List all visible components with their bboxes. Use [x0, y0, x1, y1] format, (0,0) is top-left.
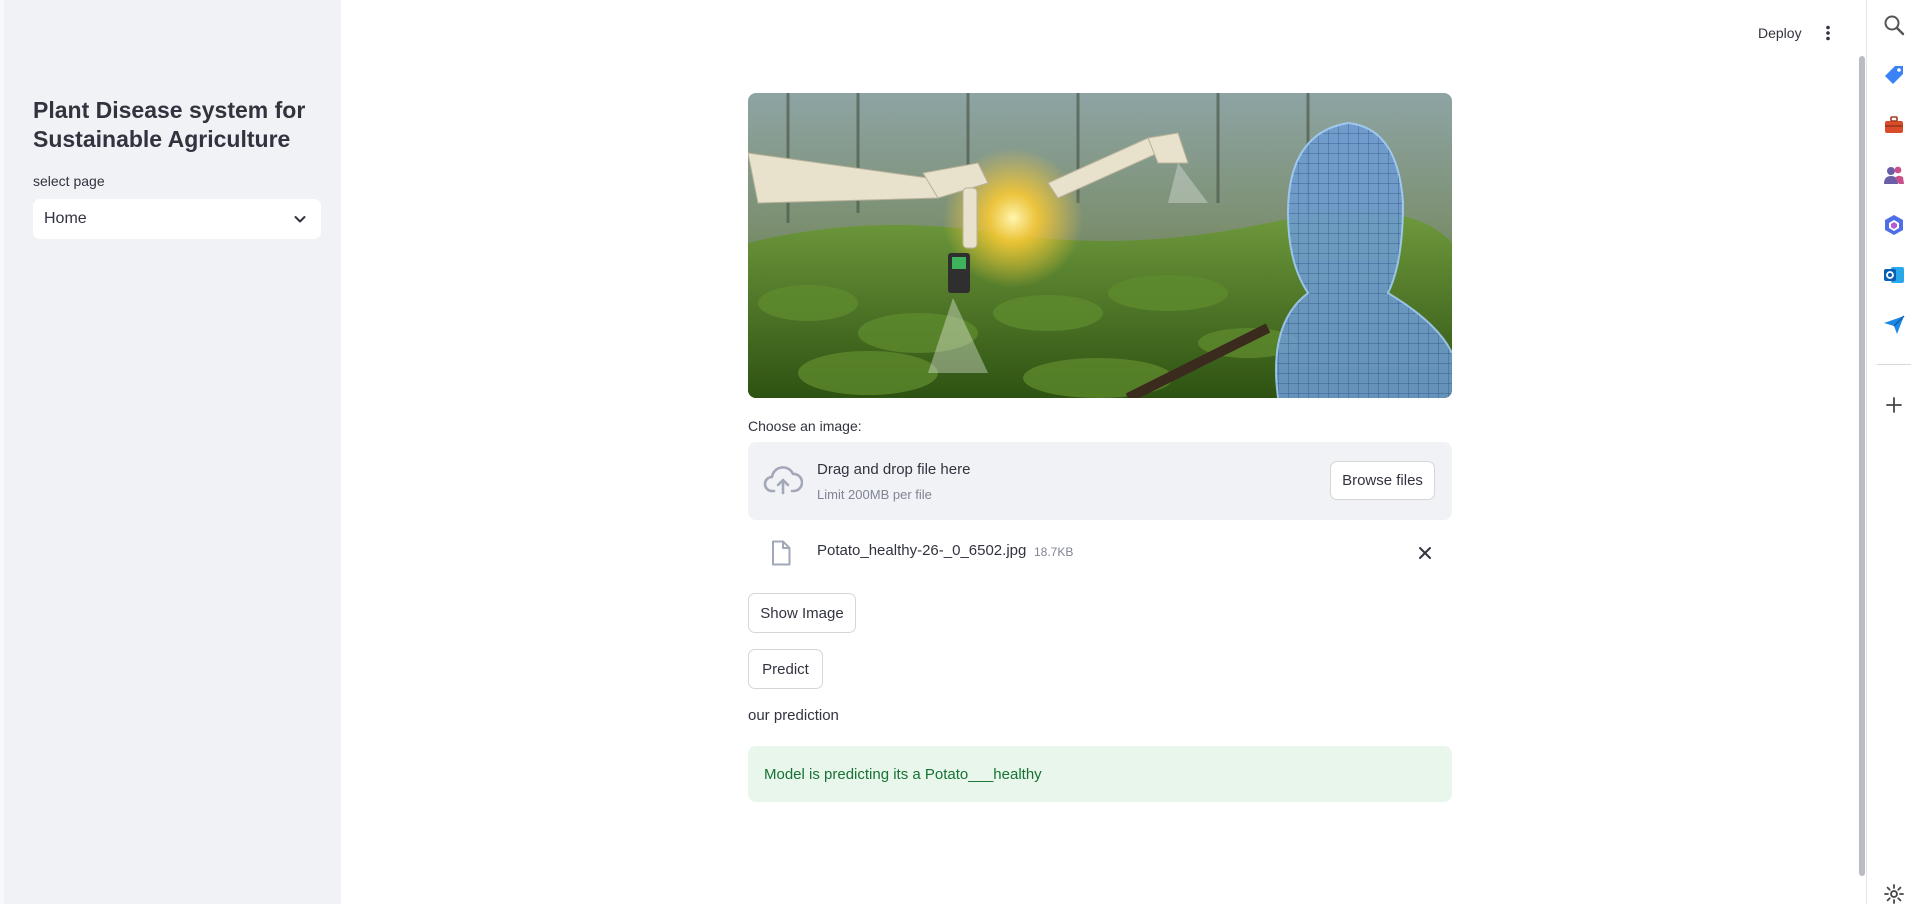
- uploader-label: Choose an image:: [748, 418, 862, 434]
- prediction-result-text: Model is predicting its a Potato___healt…: [764, 765, 1042, 783]
- outlook-icon[interactable]: [1881, 262, 1907, 288]
- browse-files-button[interactable]: Browse files: [1330, 461, 1435, 500]
- hero-image: [748, 93, 1452, 398]
- close-icon[interactable]: [1414, 542, 1436, 564]
- sidebar-title: Plant Disease system for Sustainable Agr…: [33, 97, 306, 152]
- toolbox-icon[interactable]: [1881, 112, 1907, 138]
- chevron-down-icon: [293, 212, 307, 226]
- deploy-button[interactable]: Deploy: [1748, 20, 1812, 46]
- cloud-upload-icon: [763, 463, 804, 499]
- side-panel-divider: [1877, 364, 1911, 365]
- plus-icon[interactable]: [1881, 392, 1907, 418]
- uploaded-file-row: Potato_healthy-26-_0_6502.jpg 18.7KB: [748, 536, 1452, 570]
- page-select-value: Home: [44, 210, 87, 227]
- dropzone-title: Drag and drop file here: [817, 461, 971, 478]
- page-select[interactable]: Home: [33, 199, 321, 239]
- show-image-button[interactable]: Show Image: [748, 593, 856, 633]
- sidebar: Plant Disease system for Sustainable Agr…: [0, 0, 341, 904]
- prediction-heading: our prediction: [748, 707, 839, 724]
- file-icon: [770, 540, 792, 566]
- uploaded-file-name: Potato_healthy-26-_0_6502.jpg: [817, 542, 1027, 559]
- tag-icon[interactable]: [1881, 62, 1907, 88]
- select-page-label: select page: [33, 173, 105, 189]
- send-icon[interactable]: [1881, 312, 1907, 338]
- prediction-result-alert: Model is predicting its a Potato___healt…: [748, 746, 1452, 802]
- dropzone-limit: Limit 200MB per file: [817, 487, 932, 502]
- people-icon[interactable]: [1881, 162, 1907, 188]
- copilot-icon[interactable]: [1881, 212, 1907, 238]
- browser-side-panel: [1866, 0, 1920, 904]
- gear-icon[interactable]: [1881, 883, 1907, 904]
- main-scrollbar[interactable]: [1859, 56, 1865, 876]
- search-icon[interactable]: [1881, 12, 1907, 38]
- uploaded-file-size: 18.7KB: [1034, 545, 1074, 559]
- more-options-icon[interactable]: [1818, 20, 1838, 46]
- file-dropzone[interactable]: Drag and drop file here Limit 200MB per …: [748, 442, 1452, 520]
- predict-button[interactable]: Predict: [748, 649, 823, 689]
